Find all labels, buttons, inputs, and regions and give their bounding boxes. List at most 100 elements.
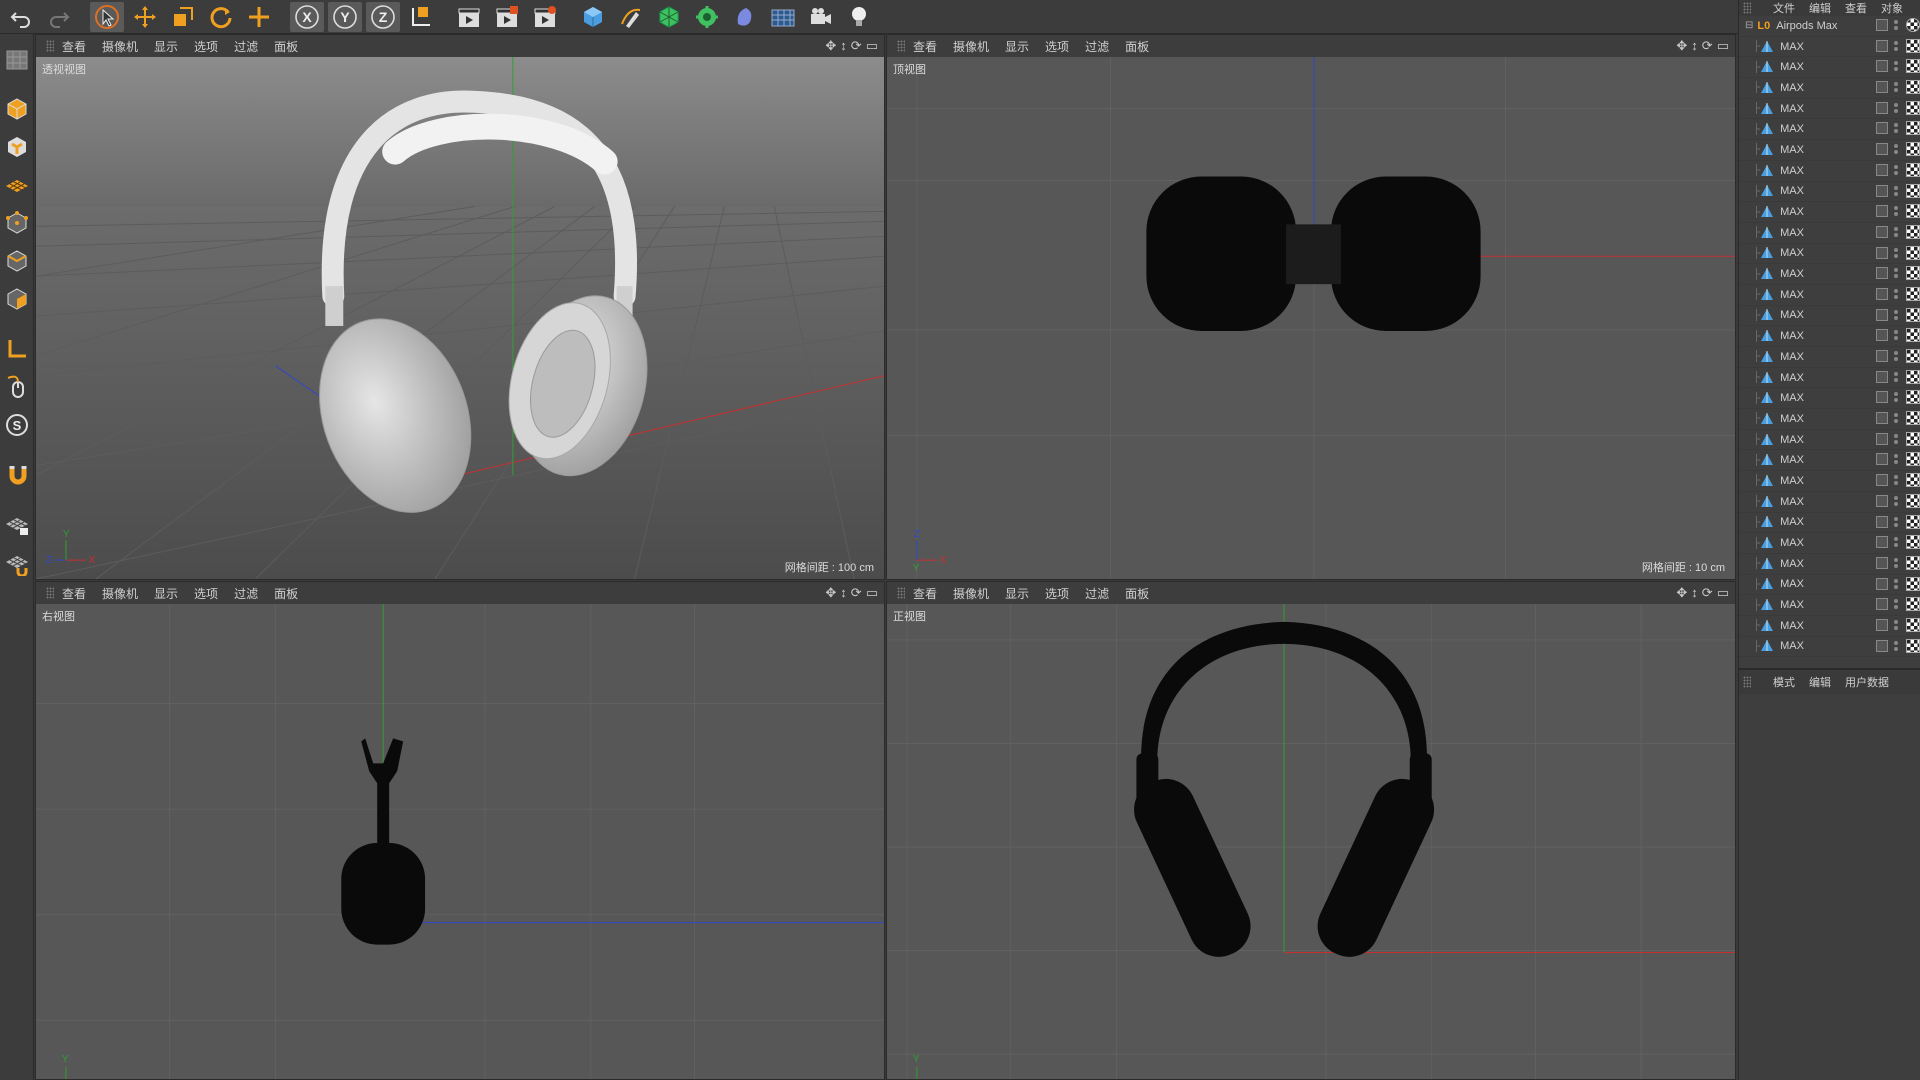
dolly-icon[interactable]: ↕ <box>840 585 847 601</box>
maximize-icon[interactable]: ▭ <box>1717 585 1729 601</box>
tree-row-child[interactable]: ├ MAX <box>1739 326 1920 347</box>
object-name[interactable]: MAX <box>1780 227 1804 239</box>
tree-row-child[interactable]: ├ MAX <box>1739 182 1920 203</box>
viewport-canvas-perspective[interactable]: Y X Z <box>36 57 884 579</box>
visibility-dots[interactable] <box>1894 474 1900 486</box>
render-picture-viewer-icon[interactable] <box>490 2 524 32</box>
material-tag-icon[interactable] <box>1906 224 1920 239</box>
material-tag-icon[interactable] <box>1906 204 1920 219</box>
menu-options[interactable]: 选项 <box>1045 585 1069 602</box>
menu-view[interactable]: 查看 <box>913 585 937 602</box>
menu-panel[interactable]: 面板 <box>1125 585 1149 602</box>
grip-handle[interactable] <box>897 587 905 599</box>
material-tag-icon[interactable] <box>1906 473 1920 488</box>
material-tag-icon[interactable] <box>1906 493 1920 508</box>
dolly-icon[interactable]: ↕ <box>840 38 847 54</box>
workplane-lock-icon[interactable] <box>2 508 32 542</box>
solo-icon[interactable]: S <box>2 408 32 442</box>
tree-row-child[interactable]: ├ MAX <box>1739 37 1920 58</box>
editable-icon[interactable] <box>1876 618 1888 631</box>
tree-row-child[interactable]: ├ MAX <box>1739 119 1920 141</box>
editable-icon[interactable] <box>1876 370 1888 383</box>
material-tag-icon[interactable] <box>1906 142 1920 157</box>
material-tag-icon[interactable] <box>1906 638 1920 653</box>
tree-row-child[interactable]: ├ MAX <box>1739 533 1920 554</box>
tree-row-child[interactable]: ├ MAX <box>1739 471 1920 492</box>
rotate-icon[interactable] <box>204 2 238 32</box>
tree-row-child[interactable]: ├ MAX <box>1739 202 1920 223</box>
visibility-dots[interactable] <box>1894 60 1900 72</box>
material-tag-icon[interactable] <box>1906 369 1920 384</box>
menu-cameras[interactable]: 摄像机 <box>102 585 138 602</box>
visibility-dots[interactable] <box>1894 557 1900 569</box>
menu-view[interactable]: 查看 <box>913 38 937 55</box>
undo-icon[interactable] <box>4 2 38 32</box>
editable-icon[interactable] <box>1876 308 1888 321</box>
visibility-dots[interactable] <box>1894 164 1900 176</box>
visibility-dots[interactable] <box>1894 433 1900 445</box>
object-name[interactable]: MAX <box>1780 599 1804 611</box>
polygon-pen-icon[interactable] <box>2 42 32 76</box>
editable-icon[interactable] <box>1876 205 1888 218</box>
collapse-toggle-icon[interactable]: ⊟ <box>1745 20 1753 31</box>
visibility-dots[interactable] <box>1894 122 1900 134</box>
dolly-icon[interactable]: ↕ <box>1691 38 1698 54</box>
object-name[interactable]: Airpods Max <box>1776 20 1837 32</box>
material-tag-icon[interactable] <box>1906 617 1920 632</box>
pan-icon[interactable]: ✥ <box>825 585 836 601</box>
points-mode-icon[interactable] <box>2 206 32 240</box>
menu-edit[interactable]: 编辑 <box>1809 0 1831 16</box>
object-name[interactable]: MAX <box>1780 392 1804 404</box>
visibility-dots[interactable] <box>1894 495 1900 507</box>
editable-icon[interactable] <box>1876 267 1888 280</box>
material-tag-icon[interactable] <box>1906 390 1920 405</box>
visibility-dots[interactable] <box>1894 143 1900 155</box>
material-tag-icon[interactable] <box>1906 514 1920 529</box>
tree-row-child[interactable]: ├ MAX <box>1739 264 1920 285</box>
editable-icon[interactable] <box>1876 246 1888 259</box>
material-tag-icon[interactable] <box>1906 121 1920 136</box>
edges-mode-icon[interactable] <box>2 244 32 278</box>
material-tag-icon[interactable] <box>1906 38 1920 53</box>
floor-icon[interactable] <box>766 2 800 32</box>
visibility-dots[interactable] <box>1894 598 1900 610</box>
menu-view[interactable]: 查看 <box>1845 0 1867 16</box>
editable-icon[interactable] <box>1876 412 1888 425</box>
move-icon[interactable] <box>128 2 162 32</box>
add-icon[interactable] <box>242 2 276 32</box>
maximize-icon[interactable]: ▭ <box>866 585 878 601</box>
editable-icon[interactable] <box>1876 598 1888 611</box>
menu-filter[interactable]: 过滤 <box>234 38 258 55</box>
material-tag-icon[interactable] <box>1906 411 1920 426</box>
menu-options[interactable]: 选项 <box>194 38 218 55</box>
visibility-dots[interactable] <box>1894 247 1900 259</box>
coordinate-system-icon[interactable] <box>404 2 438 32</box>
tree-row-child[interactable]: ├ MAX <box>1739 595 1920 616</box>
tree-row-child[interactable]: ├ MAX <box>1739 575 1920 596</box>
menu-cameras[interactable]: 摄像机 <box>953 38 989 55</box>
z-axis-lock-icon[interactable]: Z <box>366 1 400 32</box>
menu-display[interactable]: 显示 <box>1005 38 1029 55</box>
visibility-dots[interactable] <box>1894 81 1900 93</box>
render-view-icon[interactable] <box>452 2 486 32</box>
menu-filter[interactable]: 过滤 <box>234 585 258 602</box>
tree-row-child[interactable]: ├ MAX <box>1739 306 1920 327</box>
menu-objects[interactable]: 对象 <box>1881 0 1903 16</box>
visibility-dots[interactable] <box>1894 536 1900 548</box>
grip-handle[interactable] <box>897 40 905 52</box>
tree-row-child[interactable]: ├ MAX <box>1739 388 1920 410</box>
object-name[interactable]: MAX <box>1780 454 1804 466</box>
tree-row-root[interactable]: ⊟ L0 Airpods Max <box>1739 16 1920 37</box>
visibility-dots[interactable] <box>1894 288 1900 300</box>
workplane-icon[interactable] <box>2 168 32 202</box>
viewport-front[interactable]: 查看 摄像机 显示 选项 过滤 面板 ✥ ↕ ⟳ ▭ Y 正视图 <box>886 581 1736 1080</box>
editable-icon[interactable] <box>1876 494 1888 507</box>
tree-row-child[interactable]: ├ MAX <box>1739 223 1920 244</box>
grip-handle[interactable] <box>46 40 54 52</box>
orbit-icon[interactable]: ⟳ <box>1702 585 1713 601</box>
editable-icon[interactable] <box>1876 536 1888 549</box>
material-tag-icon[interactable] <box>1906 18 1920 32</box>
material-tag-icon[interactable] <box>1906 431 1920 446</box>
object-name[interactable]: MAX <box>1780 82 1804 94</box>
tree-row-child[interactable]: ├ MAX <box>1739 347 1920 368</box>
